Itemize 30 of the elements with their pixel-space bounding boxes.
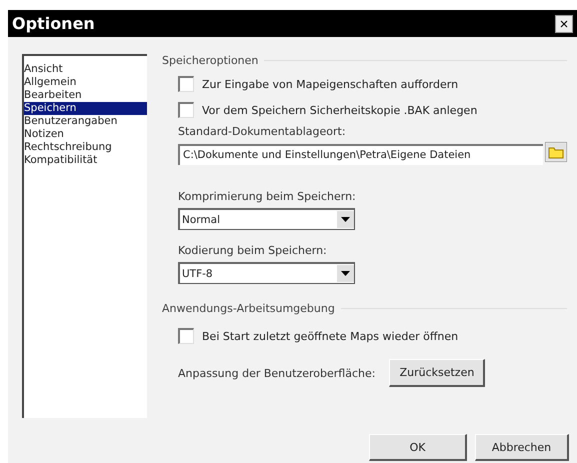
category-item[interactable]: Rechtschreibung (24, 141, 147, 154)
reset-button[interactable]: Zurücksetzen (389, 359, 486, 387)
checkbox[interactable] (178, 76, 194, 92)
dropdown[interactable]: UTF-8 (178, 262, 355, 284)
group-title: Anwendungs-Arbeitsumgebung (162, 302, 567, 315)
category-item[interactable]: Ansicht (24, 63, 147, 76)
checkbox[interactable] (178, 328, 194, 344)
category-item[interactable]: Notizen (24, 128, 147, 141)
dropdown-arrow-icon (341, 217, 350, 222)
category-item[interactable]: Allgemein (24, 76, 147, 89)
checkbox-label: Vor dem Speichern Sicherheitskopie .BAK anlegen (202, 104, 478, 116)
close-button[interactable]: × (555, 14, 573, 32)
field-label: Komprimierung beim Speichern: (178, 190, 357, 203)
path-field[interactable]: C:\Dokumente und Einstellungen\Petra\Eigene Dateien (178, 144, 543, 164)
ok-button[interactable]: OK (369, 434, 467, 461)
dropdown[interactable]: Normal (178, 208, 355, 230)
checkbox[interactable] (178, 102, 194, 118)
group-title: Speicheroptionen (162, 54, 567, 67)
category-item[interactable]: Bearbeiten (24, 89, 147, 102)
window-title: Optionen (12, 14, 95, 33)
category-item[interactable]: Benutzerangaben (24, 115, 147, 128)
field-label: Kodierung beim Speichern: (178, 244, 328, 257)
setting-label: Anpassung der Benutzeroberfläche: (178, 366, 376, 380)
checkbox-label: Zur Eingabe von Mapeigenschaften auffordern (202, 78, 458, 90)
cancel-button[interactable]: Abbrechen (475, 434, 569, 461)
category-item[interactable]: Kompatibilität (24, 154, 147, 167)
checkbox-label: Bei Start zuletzt geöffnete Maps wieder öffnen (202, 330, 458, 342)
category-item[interactable]: Speichern (24, 102, 147, 115)
dropdown-arrow-icon (341, 271, 350, 276)
field-label: Standard-Dokumentablageort: (178, 125, 347, 138)
